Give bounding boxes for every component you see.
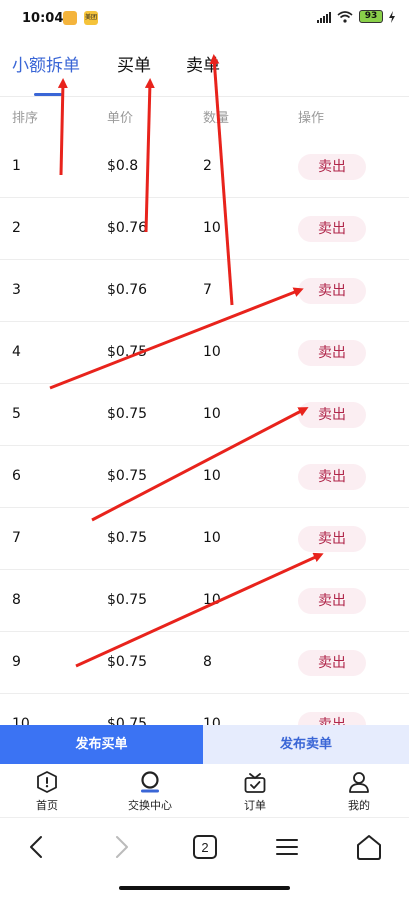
forward-icon[interactable] (106, 832, 136, 862)
row-quantity: 10 (203, 530, 221, 546)
sell-button[interactable]: 卖出 (298, 588, 366, 614)
row-quantity: 10 (203, 592, 221, 608)
row-quantity: 10 (203, 406, 221, 422)
tab-sell-orders[interactable]: 卖单 (186, 51, 220, 76)
home-shield-icon (37, 771, 57, 793)
publish-action-bar: 发布买单 发布卖单 (0, 725, 409, 764)
row-rank: 6 (12, 468, 21, 484)
browser-tabs-icon[interactable]: 2 (190, 832, 220, 862)
table-row: 9 $0.75 8 卖出 (0, 632, 409, 694)
wifi-icon (337, 10, 353, 23)
table-row: 7 $0.75 10 卖出 (0, 508, 409, 570)
row-rank: 8 (12, 592, 21, 608)
row-price: $0.75 (107, 406, 148, 422)
row-quantity: 10 (203, 220, 221, 236)
sell-button[interactable]: 卖出 (298, 278, 366, 304)
row-quantity: 2 (203, 158, 212, 174)
row-rank: 9 (12, 654, 21, 670)
row-price: $0.75 (107, 654, 148, 670)
status-time: 10:04 (22, 11, 64, 26)
row-rank: 10 (12, 716, 30, 725)
meituan-app-icon: 美团 (84, 11, 98, 25)
nav-profile[interactable]: 我的 (319, 770, 399, 813)
table-header: 排序 单价 数量 操作 (0, 97, 409, 136)
nav-orders-label: 订单 (244, 799, 266, 812)
table-row: 5 $0.75 10 卖出 (0, 384, 409, 446)
table-row: 10 $0.75 10 卖出 (0, 694, 409, 725)
row-price: $0.8 (107, 158, 139, 174)
column-header-action: 操作 (298, 111, 325, 126)
nav-orders[interactable]: 订单 (215, 770, 295, 813)
publish-sell-order-button[interactable]: 发布卖单 (203, 725, 409, 764)
nav-home[interactable]: 首页 (7, 770, 87, 813)
nav-profile-label: 我的 (348, 799, 370, 812)
row-rank: 2 (12, 220, 21, 236)
row-price: $0.75 (107, 344, 148, 360)
row-price: $0.76 (107, 282, 148, 298)
table-row: 2 $0.76 10 卖出 (0, 198, 409, 260)
column-header-price: 单价 (107, 111, 134, 126)
row-quantity: 8 (203, 654, 212, 670)
nav-exchange-center-label: 交换中心 (128, 799, 172, 812)
profile-icon (349, 772, 369, 793)
status-indicators: 93 (317, 10, 395, 23)
table-row: 4 $0.75 10 卖出 (0, 322, 409, 384)
order-list: 1 $0.8 2 卖出 2 $0.76 10 卖出 3 $0.76 7 卖出 4… (0, 136, 409, 725)
row-quantity: 10 (203, 344, 221, 360)
tab-small-split[interactable]: 小额拆单 (12, 51, 80, 76)
order-tabs: 小额拆单 买单 卖单 (0, 40, 409, 96)
row-quantity: 10 (203, 716, 221, 725)
sell-button[interactable]: 卖出 (298, 712, 366, 725)
nav-exchange-center[interactable]: 交换中心 (110, 770, 190, 813)
row-rank: 1 (12, 158, 21, 174)
table-row: 1 $0.8 2 卖出 (0, 136, 409, 198)
nav-home-label: 首页 (36, 799, 58, 812)
tab-count: 2 (201, 840, 208, 855)
row-quantity: 7 (203, 282, 212, 298)
tab-buy-orders[interactable]: 买单 (117, 51, 151, 76)
row-rank: 4 (12, 344, 21, 360)
row-price: $0.76 (107, 220, 148, 236)
gesture-bar[interactable] (119, 886, 290, 890)
row-quantity: 10 (203, 468, 221, 484)
publish-buy-order-button[interactable]: 发布买单 (0, 725, 203, 764)
row-price: $0.75 (107, 716, 148, 725)
row-rank: 3 (12, 282, 21, 298)
column-header-quantity: 数量 (203, 111, 230, 126)
sell-button[interactable]: 卖出 (298, 154, 366, 180)
status-bar: 10:04 美团 93 (0, 0, 409, 38)
battery-icon: 93 (359, 10, 383, 23)
sell-button[interactable]: 卖出 (298, 402, 366, 428)
menu-icon[interactable] (272, 832, 302, 862)
row-price: $0.75 (107, 530, 148, 546)
table-row: 6 $0.75 10 卖出 (0, 446, 409, 508)
charging-icon (389, 10, 395, 23)
column-header-rank: 排序 (12, 111, 39, 126)
back-icon[interactable] (22, 832, 52, 862)
table-row: 8 $0.75 10 卖出 (0, 570, 409, 632)
table-row: 3 $0.76 7 卖出 (0, 260, 409, 322)
sell-button[interactable]: 卖出 (298, 526, 366, 552)
row-rank: 7 (12, 530, 21, 546)
home-icon[interactable] (354, 832, 384, 862)
sell-button[interactable]: 卖出 (298, 340, 366, 366)
row-price: $0.75 (107, 468, 148, 484)
system-navigation-bar: 2 (0, 818, 409, 901)
bottom-navigation: 首页 交换中心 订单 我的 (0, 764, 409, 818)
sell-button[interactable]: 卖出 (298, 650, 366, 676)
signal-icon (317, 11, 331, 23)
exchange-center-icon (141, 771, 159, 793)
sell-button[interactable]: 卖出 (298, 216, 366, 242)
notes-app-icon (63, 11, 77, 25)
row-price: $0.75 (107, 592, 148, 608)
sell-button[interactable]: 卖出 (298, 464, 366, 490)
row-rank: 5 (12, 406, 21, 422)
order-icon (244, 773, 266, 793)
